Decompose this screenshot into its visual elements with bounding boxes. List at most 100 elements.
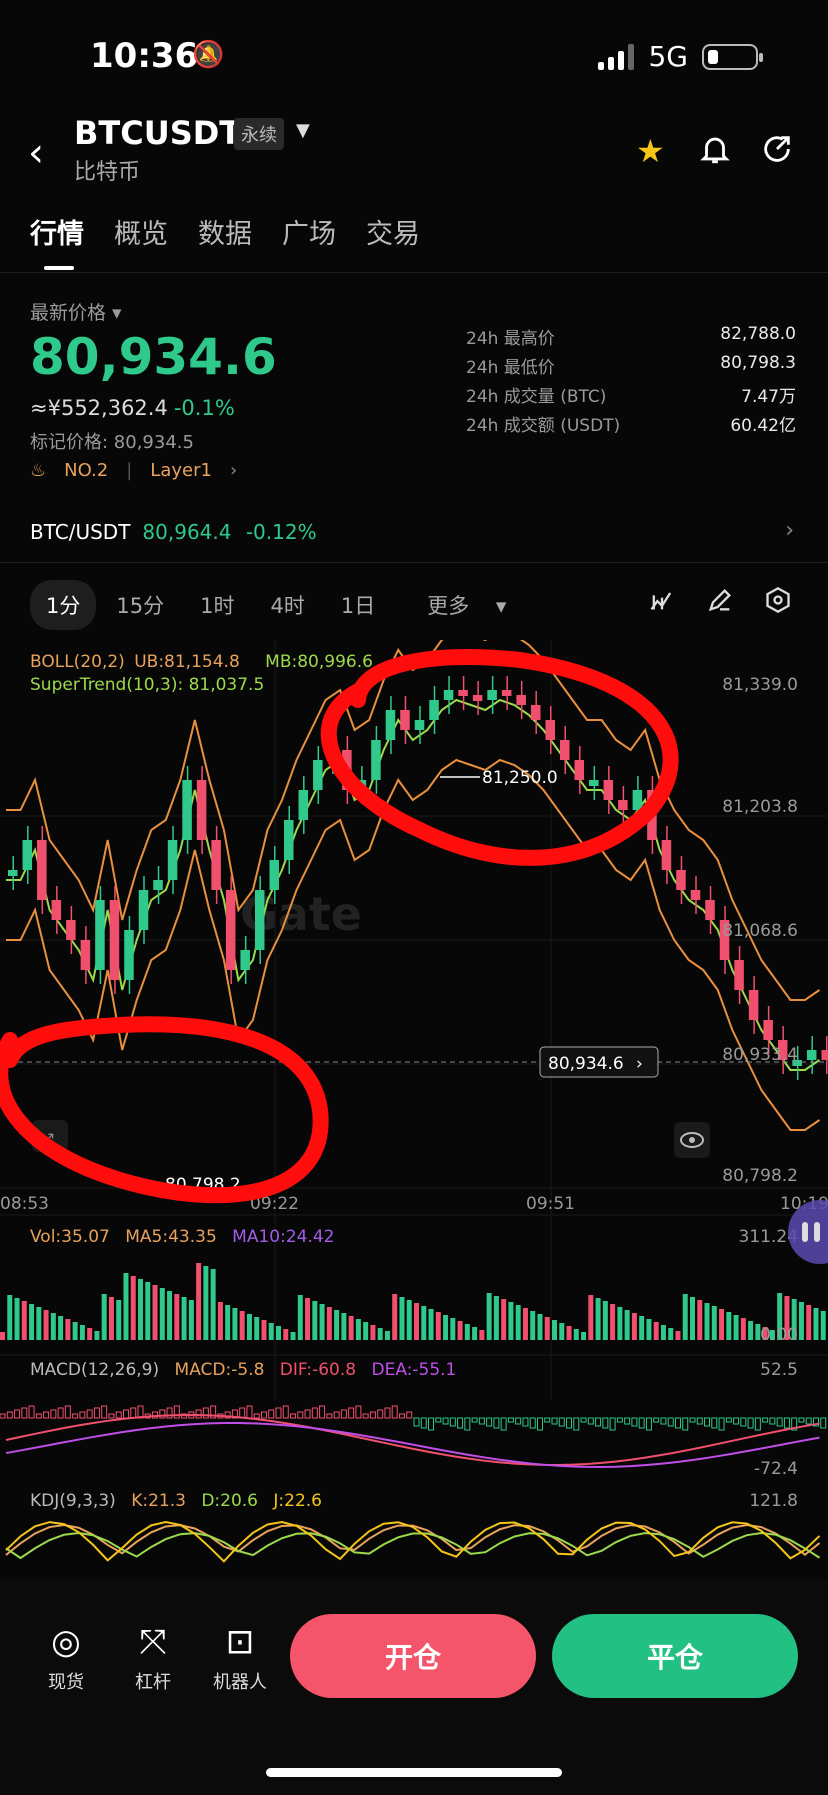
candle [225,890,236,970]
macd-bar [667,1417,674,1427]
macd-bar [442,1417,449,1425]
leverage-icon: ⤧ [139,1622,167,1662]
eye-pupil [689,1137,695,1143]
indicator-icon[interactable] [648,586,676,621]
tf-15m[interactable]: 15分 [100,580,180,630]
pause-bar [802,1222,808,1242]
k-line [5,1523,821,1557]
volume-bar [297,1295,303,1340]
candle [705,900,715,920]
latest-price-label[interactable]: 最新价格 ▾ [30,298,122,325]
macd-bar [93,1407,100,1419]
bell-icon[interactable] [698,132,732,174]
spot-tool[interactable]: ◎ 现货 [26,1622,106,1694]
tab-trade[interactable]: 交易 [366,212,420,251]
leverage-tool[interactable]: ⤧ 杠杆 [113,1622,193,1694]
volume-bar [813,1308,819,1340]
share-icon[interactable] [760,132,794,174]
volume-bar [820,1311,826,1340]
timeframe-selector: 1分 15分 1时 4时 1日 更多 ▾ [30,580,526,630]
macd-bar [362,1413,369,1419]
volume-bar [624,1310,630,1340]
volume-bar [276,1326,281,1340]
macd-bar [311,1407,318,1419]
pair-dropdown-icon[interactable]: ▼ [296,120,310,141]
tab-overview[interactable]: 概览 [114,212,168,251]
macd-bar [28,1405,35,1419]
tf-1d[interactable]: 1日 [325,580,391,630]
volume-bar [319,1304,325,1340]
close-position-button[interactable]: 平仓 [552,1614,798,1698]
main-tabs: 行情 概览 数据 广场 交易 [30,212,420,251]
macd-bar [645,1417,652,1431]
macd-bar [704,1417,711,1427]
robot-icon: ⊡ [225,1622,255,1662]
macd-bar [406,1411,413,1419]
macd-bar [86,1409,93,1419]
macd-legend: MACD(12,26,9) MACD:-5.8 DIF:-60.8 DEA:-5… [30,1360,456,1380]
volume-bar [225,1305,231,1340]
tab-square[interactable]: 广场 [282,212,336,251]
macd-bar [733,1417,740,1425]
tab-market[interactable]: 行情 [30,212,84,251]
tf-more[interactable]: 更多 ▾ [395,580,522,630]
macd-bar [529,1417,536,1429]
macd-bar [471,1417,478,1423]
tab-active-indicator [44,266,74,270]
macd-bar [101,1405,108,1419]
candle [472,695,483,701]
draw-icon[interactable] [706,586,734,621]
macd-bar [551,1417,558,1425]
candle [8,870,18,876]
spot-row[interactable]: BTC/USDT 80,964.4 -0.12% [30,520,317,544]
volume-bar [726,1312,732,1340]
macd-bar [486,1417,493,1427]
bot-tool[interactable]: ⊡ 机器人 [200,1622,280,1694]
back-icon[interactable]: ‹ [28,130,44,176]
chevron-right-icon: › [229,460,238,481]
volume-bar [798,1302,804,1340]
macd-min: -72.4 [754,1459,798,1479]
candle [603,780,614,800]
volume-bar [675,1331,681,1340]
high-marker-label: 81,250.0 [482,768,558,788]
divider [0,562,828,563]
macd-bar [428,1417,435,1431]
rank-row[interactable]: ♨ NO.2 | Layer1 › [30,460,237,481]
volume-bar [435,1312,441,1340]
candle [385,710,396,740]
volume-bar [610,1304,616,1340]
pair-title[interactable]: BTCUSDT [74,114,241,152]
chevron-right-icon[interactable]: › [785,518,794,543]
macd-bar [776,1417,783,1427]
macd-bar [718,1417,725,1431]
volume-bar [501,1299,507,1340]
volume-bar [566,1326,572,1340]
volume-bar [602,1301,608,1340]
star-icon[interactable]: ★ [636,132,665,170]
volume-bar [552,1320,557,1340]
open-position-button[interactable]: 开仓 [290,1614,536,1698]
contract-type-badge: 永续 [234,118,284,150]
volume-bar [232,1308,238,1340]
volume-bar [660,1325,666,1340]
tab-data[interactable]: 数据 [198,212,252,251]
macd-bar [333,1411,340,1419]
macd-bar [319,1405,326,1419]
candle [632,790,643,810]
mark-price: 标记价格: 80,934.5 [30,432,194,453]
volume-bar [290,1332,296,1340]
tf-1m[interactable]: 1分 [30,580,97,630]
tf-4h[interactable]: 4时 [254,580,320,630]
candle [676,870,686,890]
macd-bar [348,1407,355,1419]
kline-chart[interactable]: Gate BOLL(20,2) UB:81,154.8 MB:80,996.6 … [0,640,828,1580]
settings-icon[interactable] [764,586,792,621]
macd-bar [660,1417,667,1425]
volume-bar [167,1291,173,1340]
volume-bar [21,1301,27,1340]
tf-1h[interactable]: 1时 [184,580,250,630]
volume-bar [159,1288,165,1340]
macd-bar [696,1417,703,1425]
volume-bar [479,1330,485,1340]
